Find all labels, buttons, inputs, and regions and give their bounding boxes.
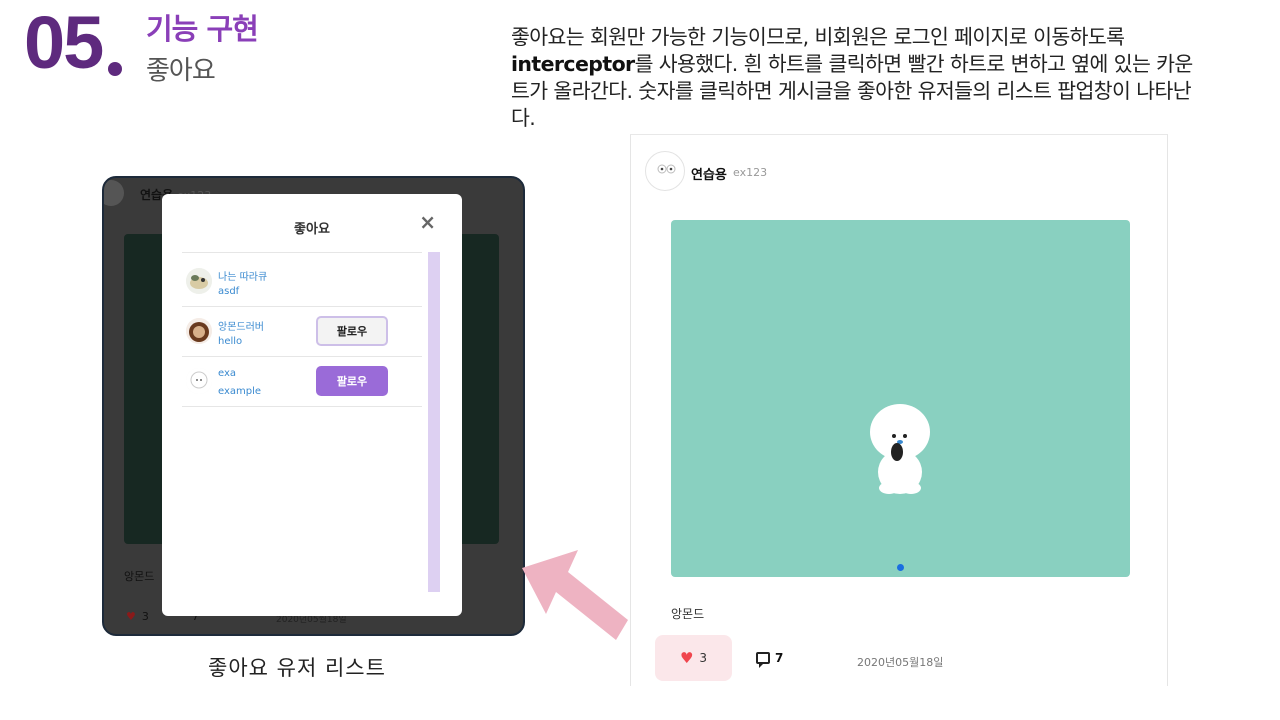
follow-button[interactable]: 팔로우 xyxy=(316,366,388,396)
section-title: 기능 구현 xyxy=(146,12,259,46)
follow-button[interactable]: 팔로우 xyxy=(316,316,388,346)
background-like-count: 3 xyxy=(141,610,149,623)
likes-modal-screenshot: 연습용ex123 앙몬드 ♥ 3 7 2020년05월18일 좋아요 × 나는 … xyxy=(102,176,525,636)
description-keyword: interceptor xyxy=(511,52,635,76)
heart-icon: ♥ xyxy=(126,610,136,623)
arrow-icon xyxy=(522,550,628,640)
comment-count: 7 xyxy=(775,651,784,665)
description-text: 좋아요는 회원만 가능한 기능이므로, 비회원은 로그인 페이지로 이동하도록 … xyxy=(511,24,1201,132)
section-number: 05 xyxy=(24,1,104,84)
modal-title: 좋아요 xyxy=(294,222,330,237)
modal-scrollbar[interactable] xyxy=(428,252,440,592)
like-count[interactable]: 3 xyxy=(699,651,707,665)
user-id: hello xyxy=(218,336,243,347)
section-subtitle: 좋아요 xyxy=(146,56,216,86)
row-divider xyxy=(182,356,422,357)
background-post-caption: 앙몬드 xyxy=(124,570,155,583)
comment-icon xyxy=(756,652,770,668)
user-nickname[interactable]: 나는 따라큐 xyxy=(218,268,267,283)
user-list-item[interactable]: 나는 따라큐 asdf xyxy=(182,258,422,306)
left-screenshot-caption: 좋아요 유저 리스트 xyxy=(208,656,386,680)
user-avatar xyxy=(186,368,212,394)
user-list-item[interactable]: exa example 팔로우 xyxy=(182,358,422,406)
post-date: 2020년05월18일 xyxy=(857,656,944,669)
user-avatar xyxy=(186,318,212,344)
carousel-indicator[interactable] xyxy=(897,564,904,571)
post-handle: ex123 xyxy=(733,166,768,179)
user-nickname[interactable]: 앙몬드러버 xyxy=(218,318,264,333)
close-icon[interactable]: × xyxy=(419,212,436,232)
post-username[interactable]: 연습용 xyxy=(691,164,727,183)
likes-modal: 좋아요 × 나는 따라큐 asdf 앙몬드러버 hello 팔로우 exa ex… xyxy=(162,194,462,616)
user-id: example xyxy=(218,386,262,397)
heart-icon: ♥ xyxy=(679,648,694,667)
comment-button[interactable]: 7 xyxy=(756,651,784,668)
modal-divider xyxy=(182,252,422,253)
user-id: asdf xyxy=(218,286,240,297)
user-nickname[interactable]: exa xyxy=(218,368,236,379)
like-button[interactable]: ♥ 3 xyxy=(655,635,732,681)
section-number-dot xyxy=(108,62,122,76)
background-like: ♥ 3 xyxy=(126,610,149,623)
post-caption: 앙몬드 xyxy=(671,607,705,621)
post-card: 연습용 ex123 앙몬드 ♥ 3 7 2020년05월18일 xyxy=(630,134,1168,686)
user-avatar xyxy=(186,268,212,294)
post-image[interactable] xyxy=(671,220,1130,577)
row-divider xyxy=(182,306,422,307)
description-before: 좋아요는 회원만 가능한 기능이므로, 비회원은 로그인 페이지로 이동하도록 xyxy=(511,25,1125,49)
character-illustration xyxy=(870,404,930,494)
user-avatar[interactable] xyxy=(645,151,685,191)
row-divider xyxy=(182,406,422,407)
user-list-item[interactable]: 앙몬드러버 hello 팔로우 xyxy=(182,308,422,356)
